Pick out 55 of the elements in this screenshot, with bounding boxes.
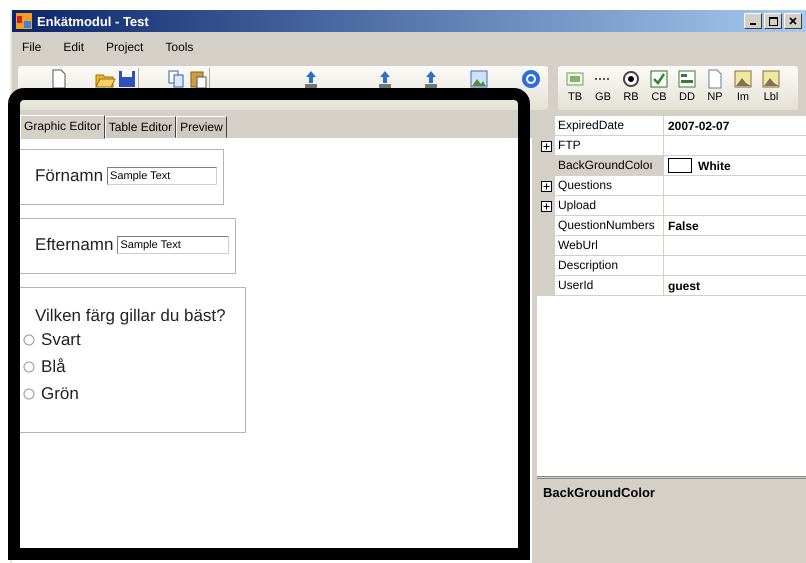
property-value: 2007-02-07 — [668, 118, 730, 132]
expand-icon[interactable] — [540, 140, 552, 152]
expand-icon[interactable] — [540, 200, 552, 212]
property-name[interactable]: WebUrl — [555, 236, 664, 256]
property-name[interactable]: Upload — [555, 196, 664, 216]
tool-label: DD — [679, 91, 695, 103]
tab[interactable]: Preview — [176, 116, 227, 138]
help-icon[interactable] — [520, 68, 542, 90]
tool-label: TB — [568, 91, 582, 103]
expand-icon[interactable] — [540, 180, 552, 192]
tool-label: RB — [623, 91, 639, 103]
property-name[interactable]: Questions — [555, 176, 664, 196]
property-name[interactable]: QuestionNumbers — [555, 216, 664, 236]
close-icon — [789, 17, 797, 25]
maximize-button[interactable] — [764, 13, 782, 29]
property-value: False — [668, 218, 699, 232]
property-name[interactable]: BackGroundColoı — [555, 156, 664, 176]
property-name[interactable]: ExpiredDate — [555, 116, 664, 136]
property-name[interactable]: UserId — [555, 276, 664, 296]
maximize-icon — [768, 16, 778, 26]
tool-label: NP — [707, 91, 723, 103]
property-value: guest — [668, 278, 700, 292]
tool-label: Im — [736, 91, 750, 103]
app-icon — [16, 13, 32, 29]
field-label: Förnamn — [35, 166, 104, 186]
property-name[interactable]: Description — [555, 256, 664, 276]
question-text: Vilken färg gillar du bäst? — [34, 306, 227, 326]
property-value: White — [698, 158, 731, 172]
text-field[interactable]: Sample Text — [107, 167, 218, 185]
menu-item[interactable]: Tools — [165, 40, 194, 62]
radio-button[interactable] — [23, 388, 35, 400]
minimize-button[interactable] — [744, 13, 762, 29]
menu-item[interactable]: File — [22, 40, 42, 62]
radio-icon[interactable] — [620, 68, 642, 90]
close-button[interactable] — [784, 13, 802, 29]
option-label: Grön — [41, 384, 79, 404]
menu-item[interactable]: Project — [106, 40, 144, 62]
description-title: BackGroundColor — [543, 485, 655, 500]
tab[interactable]: Graphic Editor — [20, 115, 105, 139]
tool-label: Lbl — [764, 91, 778, 103]
field-label: Efternamn — [35, 235, 114, 255]
dropdown-icon[interactable] — [676, 68, 698, 90]
tool-label: CB — [651, 91, 667, 103]
option-label: Blå — [41, 356, 66, 376]
tool-label: GB — [595, 91, 611, 103]
tab[interactable]: Table Editor — [104, 116, 176, 138]
checkbox-icon[interactable] — [648, 68, 670, 90]
property-name[interactable]: FTP — [555, 136, 664, 156]
window-title: Enkätmodul - Test — [37, 14, 149, 28]
radio-button[interactable] — [23, 334, 35, 346]
option-label: Svart — [41, 330, 81, 350]
image-icon[interactable] — [468, 68, 490, 90]
radio-button[interactable] — [23, 360, 35, 372]
menu-item[interactable]: Edit — [63, 40, 84, 62]
text-field[interactable]: Sample Text — [117, 236, 230, 254]
